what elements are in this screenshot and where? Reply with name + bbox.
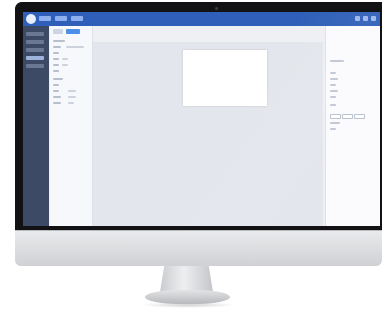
field-value[interactable] [68, 90, 76, 92]
design-canvas[interactable] [93, 42, 323, 226]
close-icon[interactable] [371, 16, 376, 21]
property-label [330, 78, 338, 80]
primary-button[interactable] [66, 29, 80, 34]
sidebar [23, 26, 49, 226]
property-button[interactable] [354, 114, 365, 119]
property-label [330, 122, 340, 124]
field-label [53, 46, 61, 48]
window-tab[interactable] [71, 16, 83, 21]
properties-panel [325, 26, 380, 226]
property-button[interactable] [342, 114, 353, 119]
property-label [330, 84, 336, 86]
maximize-icon[interactable] [363, 16, 368, 21]
monitor-chin [15, 230, 382, 266]
window-tab[interactable] [55, 16, 67, 21]
property-label [330, 104, 336, 106]
camera-dot [215, 7, 218, 10]
field-value[interactable] [62, 58, 68, 60]
field-label [53, 90, 59, 92]
app-logo-icon[interactable] [26, 14, 36, 24]
field-label [53, 64, 59, 66]
property-label [330, 96, 336, 98]
property-button[interactable] [330, 114, 341, 119]
field-label [53, 70, 59, 72]
window-tabs [39, 16, 83, 21]
field-label [53, 84, 59, 86]
field-label [53, 52, 59, 54]
property-label [330, 128, 336, 130]
monitor-stand-neck [160, 266, 213, 292]
property-label [330, 72, 336, 74]
sidebar-item[interactable] [26, 32, 44, 36]
monitor-stand-base [145, 290, 230, 304]
screen [23, 12, 380, 226]
window-tab[interactable] [39, 16, 51, 21]
field-value[interactable] [62, 64, 68, 66]
monitor-bezel [15, 2, 382, 230]
panel-button[interactable] [53, 29, 63, 34]
field-value[interactable] [66, 46, 84, 48]
sidebar-item-active[interactable] [26, 56, 44, 60]
field-label [53, 96, 61, 98]
form-panel [50, 26, 93, 226]
sidebar-item[interactable] [26, 48, 44, 52]
window-controls [355, 16, 376, 21]
field-label [53, 78, 63, 80]
field-label [53, 102, 61, 104]
imac-mockup [0, 0, 382, 321]
field-label [53, 40, 65, 42]
property-label [330, 90, 338, 92]
field-value[interactable] [68, 96, 76, 98]
sidebar-item[interactable] [26, 40, 44, 44]
field-value[interactable] [68, 102, 74, 104]
sidebar-item[interactable] [26, 64, 44, 68]
field-label [53, 58, 59, 60]
property-label [330, 60, 344, 62]
minimize-icon[interactable] [355, 16, 360, 21]
page-preview[interactable] [183, 50, 267, 106]
title-bar [23, 12, 380, 26]
